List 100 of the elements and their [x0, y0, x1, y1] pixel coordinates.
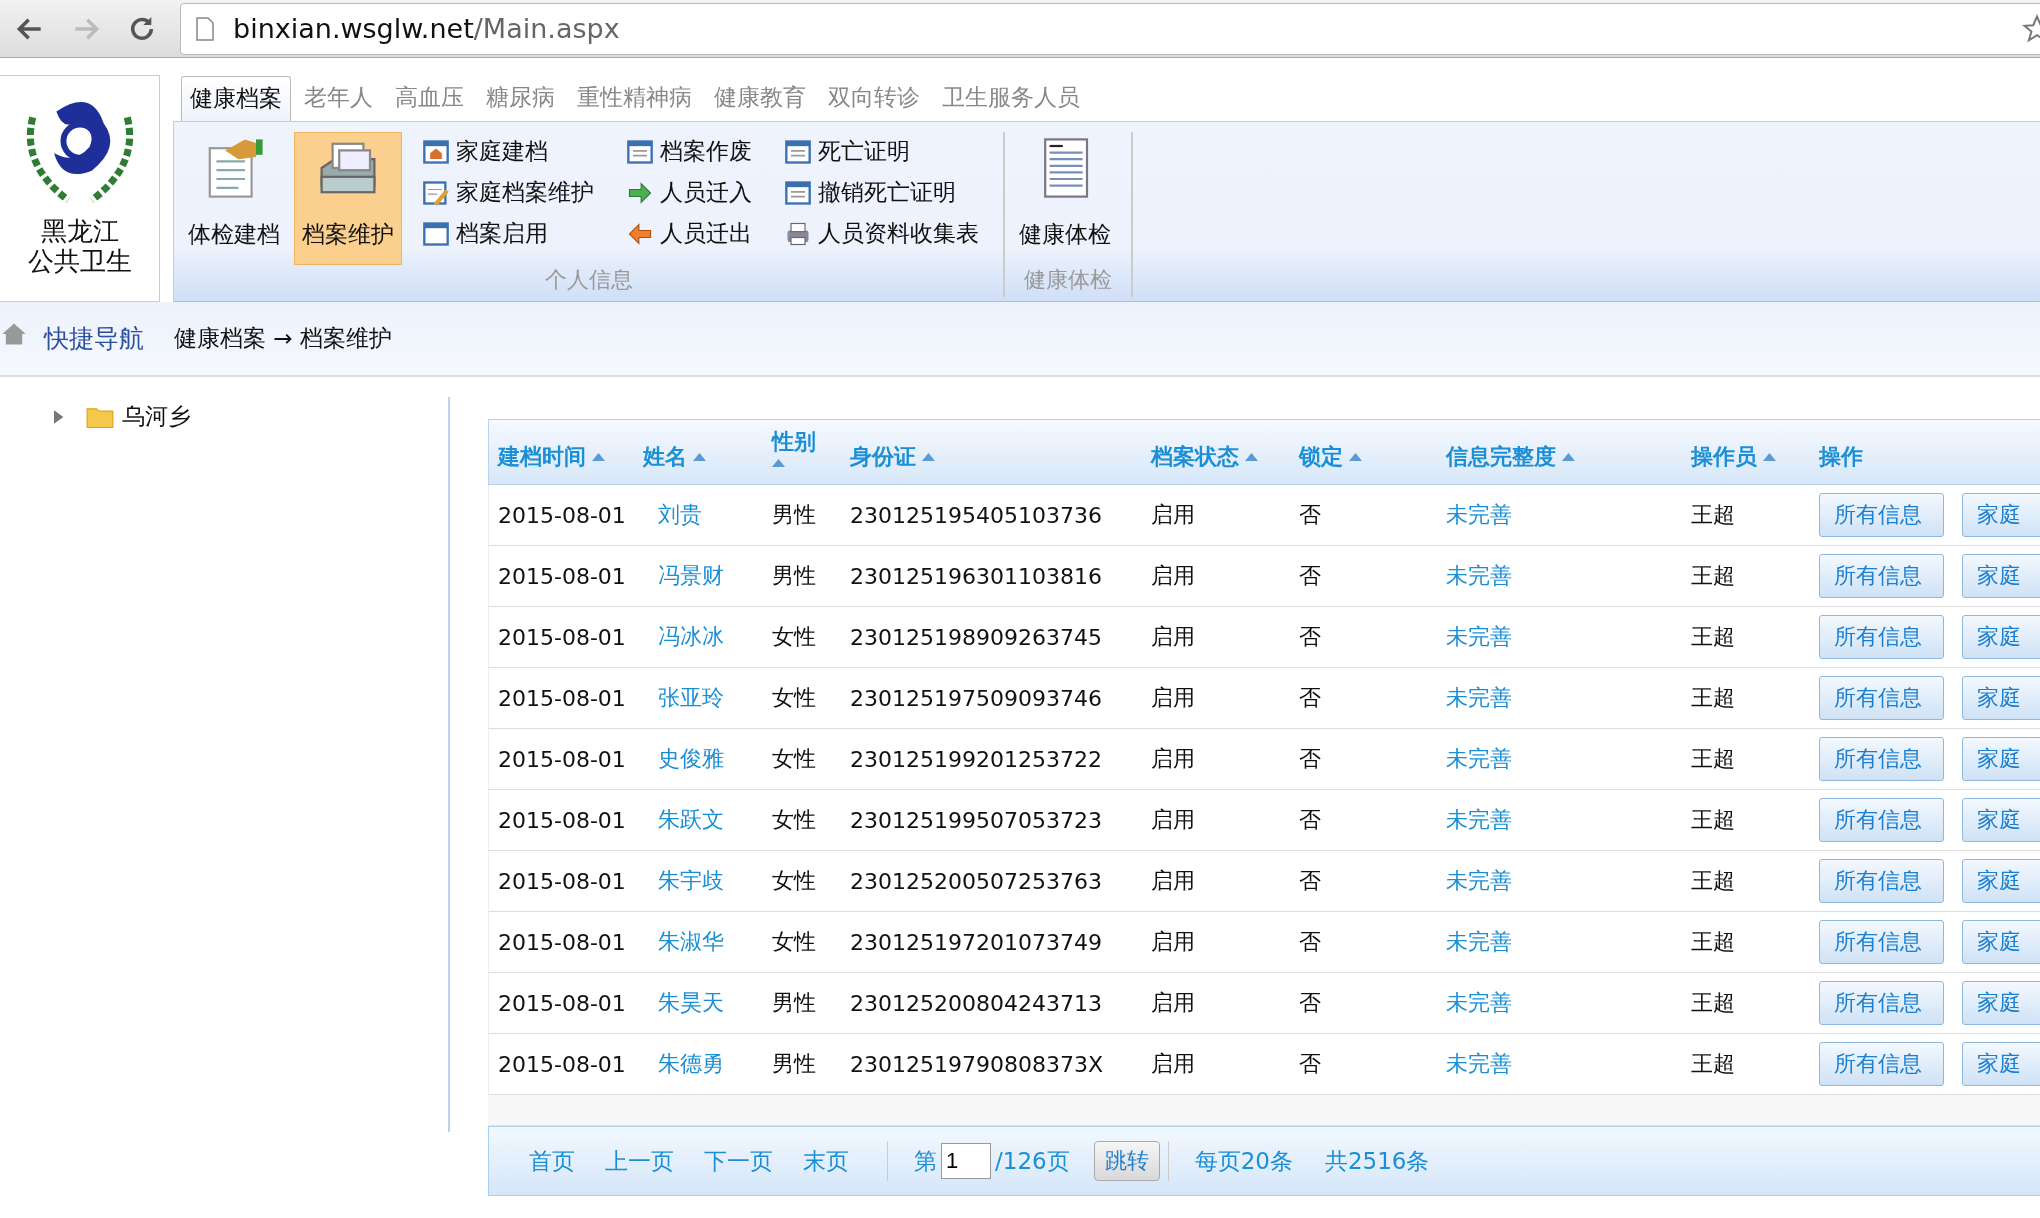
action-button[interactable]: 所有信息 — [1819, 920, 1944, 964]
table-cell-text: 王超 — [1691, 806, 1735, 834]
ribbon-link[interactable]: 人员迁入 — [626, 173, 752, 212]
action-button[interactable]: 家庭 — [1962, 798, 2040, 842]
table-cell: 230125197201073749 — [850, 929, 1102, 955]
action-button[interactable]: 家庭 — [1962, 737, 2040, 781]
action-button[interactable]: 家庭 — [1962, 1042, 2040, 1086]
ribbon-link[interactable]: 人员资料收集表 — [784, 214, 979, 253]
completeness-link[interactable]: 未完善 — [1446, 683, 1512, 713]
column-header[interactable]: 信息完整度 — [1446, 432, 1691, 472]
table-cell: 230125199507053723 — [850, 807, 1102, 833]
name-link[interactable]: 朱德勇 — [658, 1049, 724, 1079]
completeness-link[interactable]: 未完善 — [1446, 500, 1512, 530]
ribbon-link[interactable]: 家庭档案维护 — [422, 173, 594, 212]
column-header[interactable]: 锁定 — [1299, 432, 1446, 472]
completeness-link[interactable]: 未完善 — [1446, 805, 1512, 835]
table-cell-text: 启用 — [1151, 867, 1195, 895]
tree-item[interactable]: 乌河乡 — [50, 401, 191, 432]
completeness-link[interactable]: 未完善 — [1446, 988, 1512, 1018]
group-label: 健康体检 — [1024, 266, 1112, 294]
action-button[interactable]: 所有信息 — [1819, 615, 1944, 659]
name-link[interactable]: 朱淑华 — [658, 927, 724, 957]
name-link[interactable]: 朱跃文 — [658, 805, 724, 835]
table-cell: 230125197509093746 — [850, 685, 1102, 711]
table-cell: 230125198909263745 — [850, 624, 1102, 650]
name-link[interactable]: 张亚玲 — [658, 683, 724, 713]
ribbon-link[interactable]: 档案启用 — [422, 214, 594, 253]
ribbon-link[interactable]: 撤销死亡证明 — [784, 173, 979, 212]
action-button[interactable]: 所有信息 — [1819, 1042, 1944, 1086]
ribbon-link[interactable]: 档案作废 — [626, 132, 752, 171]
completeness-link[interactable]: 未完善 — [1446, 866, 1512, 896]
completeness-link[interactable]: 未完善 — [1446, 927, 1512, 957]
table-cell-text: 王超 — [1691, 928, 1735, 956]
action-button[interactable]: 家庭 — [1962, 920, 2040, 964]
column-header[interactable]: 身份证 — [850, 432, 1151, 472]
action-button[interactable]: 所有信息 — [1819, 676, 1944, 720]
table-cell-text: 女性 — [772, 745, 816, 773]
completeness-link[interactable]: 未完善 — [1446, 1049, 1512, 1079]
table-cell-text: 否 — [1299, 1050, 1321, 1078]
table-cell: 230125199201253722 — [850, 746, 1102, 772]
table-cell-text: 王超 — [1691, 1050, 1735, 1078]
table-cell: 23012519790808373X — [850, 1051, 1104, 1077]
page-input[interactable]: 1 — [941, 1143, 991, 1179]
action-button[interactable]: 所有信息 — [1819, 737, 1944, 781]
column-header[interactable]: 建档时间 — [498, 432, 643, 472]
name-link[interactable]: 冯景财 — [658, 561, 724, 591]
action-button[interactable]: 家庭 — [1962, 859, 2040, 903]
action-button[interactable]: 家庭 — [1962, 615, 2040, 659]
action-button[interactable]: 家庭 — [1962, 493, 2040, 537]
total-count: 共2516条 — [1324, 1146, 1430, 1176]
page-link[interactable]: 下一页 — [704, 1145, 773, 1177]
column-header[interactable]: 档案状态 — [1151, 432, 1299, 472]
action-button[interactable]: 所有信息 — [1819, 859, 1944, 903]
page-link[interactable]: 末页 — [803, 1145, 849, 1177]
column-header[interactable]: 操作员 — [1691, 432, 1819, 472]
action-button[interactable]: 所有信息 — [1819, 493, 1944, 537]
menu-tab[interactable]: 双向转诊 — [819, 75, 929, 121]
menu-tab[interactable]: 健康教育 — [705, 75, 815, 121]
ribbon-link[interactable]: 人员迁出 — [626, 214, 752, 253]
table-cell-text: 女性 — [772, 806, 816, 834]
jump-button[interactable]: 跳转 — [1093, 1141, 1160, 1181]
table-cell: 2015-08-01 — [498, 685, 626, 711]
page-link[interactable]: 上一页 — [605, 1145, 674, 1177]
action-button[interactable]: 家庭 — [1962, 676, 2040, 720]
name-link[interactable]: 刘贵 — [658, 500, 702, 530]
name-link[interactable]: 朱昊天 — [658, 988, 724, 1018]
column-header[interactable]: 性别 — [772, 427, 850, 477]
action-button[interactable]: 所有信息 — [1819, 798, 1944, 842]
ribbon-link[interactable]: 家庭建档 — [422, 132, 594, 171]
menu-tab[interactable]: 糖尿病 — [477, 75, 564, 121]
address-field[interactable]: binxian.wsglw.net/Main.aspx — [180, 2, 2040, 55]
action-button[interactable]: 家庭 — [1962, 981, 2040, 1025]
logo-text: 黑龙江 — [40, 216, 119, 246]
ribbon-button[interactable]: 档案维护 — [294, 132, 402, 265]
menu-tab[interactable]: 卫生服务人员 — [933, 75, 1089, 121]
window-icon — [626, 137, 654, 166]
sort-icon — [1562, 453, 1575, 461]
ribbon-button[interactable]: 健康体检 — [1011, 132, 1119, 265]
column-header: 操作 — [1819, 443, 1864, 471]
menu-tab[interactable]: 老年人 — [295, 75, 382, 121]
completeness-link[interactable]: 未完善 — [1446, 561, 1512, 591]
action-button[interactable]: 家庭 — [1962, 554, 2040, 598]
table-cell-text: 女性 — [772, 623, 816, 651]
table-cell-text: 否 — [1299, 928, 1321, 956]
name-link[interactable]: 冯冰冰 — [658, 622, 724, 652]
action-button[interactable]: 所有信息 — [1819, 554, 1944, 598]
name-link[interactable]: 史俊雅 — [658, 744, 724, 774]
page-prefix: 第 — [914, 1146, 937, 1176]
menu-tab[interactable]: 重性精神病 — [568, 75, 701, 121]
column-header[interactable]: 姓名 — [643, 432, 772, 472]
menu-tab[interactable]: 高血压 — [386, 75, 473, 121]
name-link[interactable]: 朱宇歧 — [658, 866, 724, 896]
menu-tab[interactable]: 健康档案 — [181, 76, 291, 121]
completeness-link[interactable]: 未完善 — [1446, 622, 1512, 652]
action-button[interactable]: 所有信息 — [1819, 981, 1944, 1025]
ribbon-link[interactable]: 死亡证明 — [784, 132, 979, 171]
page-link[interactable]: 首页 — [529, 1145, 575, 1177]
completeness-link[interactable]: 未完善 — [1446, 744, 1512, 774]
ribbon-button[interactable]: 体检建档 — [180, 132, 288, 265]
sort-icon — [592, 453, 605, 461]
